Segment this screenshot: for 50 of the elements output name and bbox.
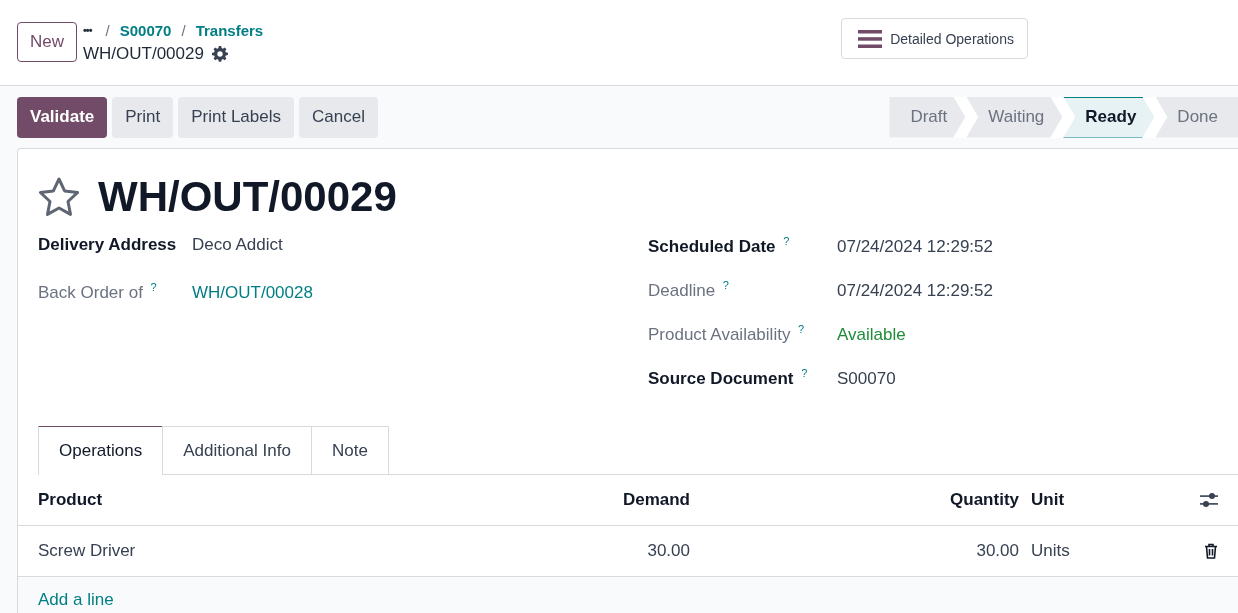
table-cell-text: 30.00 [975,541,1019,561]
status-stage[interactable]: Waiting [966,96,1063,138]
column-header[interactable]: Quantity [690,490,1019,510]
column-header[interactable]: Product [38,490,438,510]
star-icon[interactable] [38,177,80,217]
tab[interactable]: Operations [38,426,164,475]
action-button[interactable]: Print Labels [178,96,294,138]
trash-icon[interactable] [1204,543,1218,559]
field-value: 07/24/2024 12:29:52 [837,236,993,257]
help-tooltip-mark[interactable]: ? [801,367,808,379]
action-button[interactable]: Validate [17,96,108,138]
new-button[interactable]: New [17,22,77,62]
record-title: WH/OUT/00029 [98,173,397,221]
breadcrumb-separator: / [105,21,110,39]
breadcrumb-link[interactable]: Transfers [195,21,264,39]
list-icon [858,28,883,49]
add-line-link[interactable]: Add a line [38,590,114,610]
table-cell-text: 30.00 [646,541,690,561]
action-button[interactable]: Cancel [299,96,378,138]
help-tooltip-mark[interactable]: ? [798,323,805,335]
column-settings-icon[interactable] [1200,492,1218,508]
field-link[interactable]: WH/OUT/00028 [192,282,313,303]
breadcrumb-link[interactable]: S00070 [119,21,172,39]
status-stage[interactable]: Draft [889,96,966,138]
status-stage[interactable]: Ready [1063,96,1155,138]
field-label: Product Availability [648,324,791,344]
help-tooltip-mark[interactable]: ? [783,235,790,247]
table-cell-text: Units [1031,541,1071,561]
field-label: Deadline [648,280,716,300]
record-name: WH/OUT/00029 [83,44,204,64]
detailed-operations-button[interactable]: Detailed Operations [841,18,1028,59]
help-tooltip-mark[interactable]: ? [150,281,157,293]
field-value: Available [837,324,906,345]
status-stage[interactable]: Done [1155,96,1238,138]
action-button[interactable]: Print [112,96,174,138]
field-label: Source Document [648,368,794,388]
breadcrumb-separator: / [181,21,186,39]
tab[interactable]: Note [310,426,389,474]
column-header[interactable]: Demand [438,490,690,510]
field-value: Deco Addict [192,235,283,255]
field-label: Delivery Address [38,235,177,254]
table-cell-text: Screw Driver [38,541,137,561]
help-tooltip-mark[interactable]: ? [722,279,729,291]
field-value: S00070 [837,368,896,389]
field-label: Back Order of [38,282,143,302]
field-value: 07/24/2024 12:29:52 [837,280,993,301]
breadcrumb-menu-button[interactable]: ••• [83,24,96,36]
field-label: Scheduled Date [648,236,776,256]
column-header[interactable]: Unit [1031,490,1191,510]
settings-icon[interactable] [211,46,228,62]
